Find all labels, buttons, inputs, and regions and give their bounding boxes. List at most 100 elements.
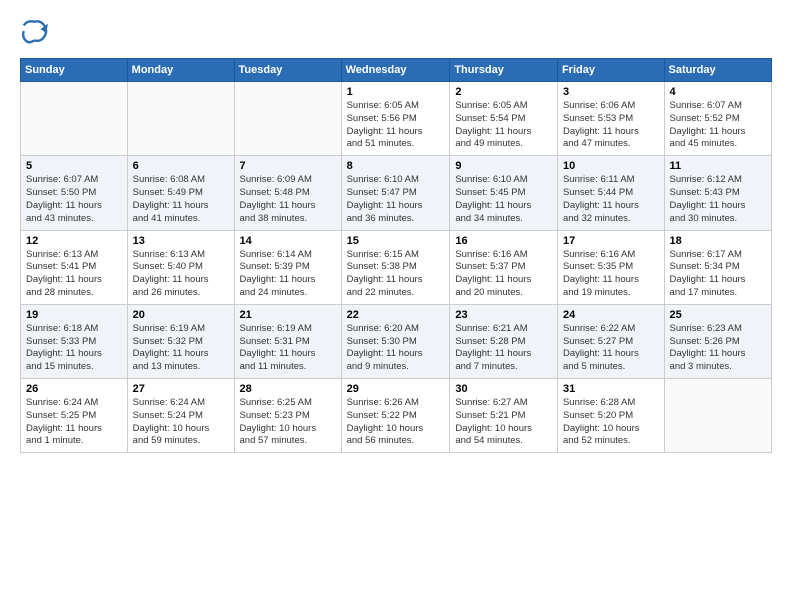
day-info: Sunrise: 6:13 AM Sunset: 5:40 PM Dayligh… xyxy=(133,249,229,300)
day-info: Sunrise: 6:22 AM Sunset: 5:27 PM Dayligh… xyxy=(563,323,659,374)
calendar-cell: 12 Sunrise: 6:13 AM Sunset: 5:41 PM Dayli… xyxy=(21,230,128,304)
day-info: Sunrise: 6:20 AM Sunset: 5:30 PM Dayligh… xyxy=(347,323,445,374)
day-info: Sunrise: 6:11 AM Sunset: 5:44 PM Dayligh… xyxy=(563,174,659,225)
day-number: 12 xyxy=(26,235,122,247)
day-number: 23 xyxy=(455,309,552,321)
calendar-cell: 10 Sunrise: 6:11 AM Sunset: 5:44 PM Dayli… xyxy=(557,156,664,230)
calendar-cell: 8 Sunrise: 6:10 AM Sunset: 5:47 PM Daylig… xyxy=(341,156,450,230)
day-info: Sunrise: 6:07 AM Sunset: 5:50 PM Dayligh… xyxy=(26,174,122,225)
calendar-cell: 3 Sunrise: 6:06 AM Sunset: 5:53 PM Daylig… xyxy=(557,82,664,156)
day-number: 27 xyxy=(133,383,229,395)
day-info: Sunrise: 6:23 AM Sunset: 5:26 PM Dayligh… xyxy=(670,323,766,374)
calendar-cell: 11 Sunrise: 6:12 AM Sunset: 5:43 PM Dayli… xyxy=(664,156,771,230)
day-info: Sunrise: 6:27 AM Sunset: 5:21 PM Dayligh… xyxy=(455,397,552,448)
day-number: 25 xyxy=(670,309,766,321)
day-number: 1 xyxy=(347,86,445,98)
calendar-table: SundayMondayTuesdayWednesdayThursdayFrid… xyxy=(20,58,772,453)
calendar-cell xyxy=(21,82,128,156)
day-info: Sunrise: 6:15 AM Sunset: 5:38 PM Dayligh… xyxy=(347,249,445,300)
day-number: 11 xyxy=(670,160,766,172)
calendar-cell: 15 Sunrise: 6:15 AM Sunset: 5:38 PM Dayli… xyxy=(341,230,450,304)
day-info: Sunrise: 6:12 AM Sunset: 5:43 PM Dayligh… xyxy=(670,174,766,225)
calendar-week-2: 5 Sunrise: 6:07 AM Sunset: 5:50 PM Daylig… xyxy=(21,156,772,230)
calendar-cell: 2 Sunrise: 6:05 AM Sunset: 5:54 PM Daylig… xyxy=(450,82,558,156)
day-info: Sunrise: 6:13 AM Sunset: 5:41 PM Dayligh… xyxy=(26,249,122,300)
day-number: 24 xyxy=(563,309,659,321)
day-number: 4 xyxy=(670,86,766,98)
calendar-week-3: 12 Sunrise: 6:13 AM Sunset: 5:41 PM Dayli… xyxy=(21,230,772,304)
day-number: 8 xyxy=(347,160,445,172)
day-info: Sunrise: 6:16 AM Sunset: 5:35 PM Dayligh… xyxy=(563,249,659,300)
calendar-cell: 5 Sunrise: 6:07 AM Sunset: 5:50 PM Daylig… xyxy=(21,156,128,230)
calendar-cell: 14Sunrise: 6:14 AM Sunset: 5:39 PM Dayli… xyxy=(234,230,341,304)
calendar-cell: 25 Sunrise: 6:23 AM Sunset: 5:26 PM Dayli… xyxy=(664,304,771,378)
day-info: Sunrise: 6:26 AM Sunset: 5:22 PM Dayligh… xyxy=(347,397,445,448)
calendar-week-4: 19 Sunrise: 6:18 AM Sunset: 5:33 PM Dayli… xyxy=(21,304,772,378)
day-header-sunday: Sunday xyxy=(21,59,128,82)
logo xyxy=(20,18,50,46)
calendar-page: SundayMondayTuesdayWednesdayThursdayFrid… xyxy=(0,0,792,612)
calendar-cell: 23Sunrise: 6:21 AM Sunset: 5:28 PM Dayli… xyxy=(450,304,558,378)
day-info: Sunrise: 6:24 AM Sunset: 5:24 PM Dayligh… xyxy=(133,397,229,448)
day-number: 5 xyxy=(26,160,122,172)
day-info: Sunrise: 6:14 AM Sunset: 5:39 PM Dayligh… xyxy=(240,249,336,300)
calendar-cell: 20Sunrise: 6:19 AM Sunset: 5:32 PM Dayli… xyxy=(127,304,234,378)
calendar-cell: 9Sunrise: 6:10 AM Sunset: 5:45 PM Daylig… xyxy=(450,156,558,230)
day-header-thursday: Thursday xyxy=(450,59,558,82)
day-number: 28 xyxy=(240,383,336,395)
day-info: Sunrise: 6:08 AM Sunset: 5:49 PM Dayligh… xyxy=(133,174,229,225)
day-info: Sunrise: 6:09 AM Sunset: 5:48 PM Dayligh… xyxy=(240,174,336,225)
day-number: 6 xyxy=(133,160,229,172)
day-header-friday: Friday xyxy=(557,59,664,82)
calendar-cell: 22 Sunrise: 6:20 AM Sunset: 5:30 PM Dayli… xyxy=(341,304,450,378)
day-number: 16 xyxy=(455,235,552,247)
calendar-cell: 18 Sunrise: 6:17 AM Sunset: 5:34 PM Dayli… xyxy=(664,230,771,304)
day-number: 10 xyxy=(563,160,659,172)
calendar-cell: 28Sunrise: 6:25 AM Sunset: 5:23 PM Dayli… xyxy=(234,379,341,453)
day-number: 22 xyxy=(347,309,445,321)
day-number: 29 xyxy=(347,383,445,395)
day-info: Sunrise: 6:24 AM Sunset: 5:25 PM Dayligh… xyxy=(26,397,122,448)
calendar-cell: 19 Sunrise: 6:18 AM Sunset: 5:33 PM Dayli… xyxy=(21,304,128,378)
calendar-header-row: SundayMondayTuesdayWednesdayThursdayFrid… xyxy=(21,59,772,82)
calendar-cell: 7 Sunrise: 6:09 AM Sunset: 5:48 PM Daylig… xyxy=(234,156,341,230)
calendar-cell: 24 Sunrise: 6:22 AM Sunset: 5:27 PM Dayli… xyxy=(557,304,664,378)
calendar-cell: 17 Sunrise: 6:16 AM Sunset: 5:35 PM Dayli… xyxy=(557,230,664,304)
day-info: Sunrise: 6:05 AM Sunset: 5:54 PM Dayligh… xyxy=(455,100,552,151)
calendar-cell xyxy=(127,82,234,156)
header xyxy=(20,18,772,46)
calendar-cell: 4 Sunrise: 6:07 AM Sunset: 5:52 PM Daylig… xyxy=(664,82,771,156)
day-number: 21 xyxy=(240,309,336,321)
day-number: 18 xyxy=(670,235,766,247)
logo-icon xyxy=(20,18,48,46)
day-number: 2 xyxy=(455,86,552,98)
day-info: Sunrise: 6:17 AM Sunset: 5:34 PM Dayligh… xyxy=(670,249,766,300)
day-number: 31 xyxy=(563,383,659,395)
day-number: 13 xyxy=(133,235,229,247)
day-info: Sunrise: 6:05 AM Sunset: 5:56 PM Dayligh… xyxy=(347,100,445,151)
calendar-cell: 6 Sunrise: 6:08 AM Sunset: 5:49 PM Daylig… xyxy=(127,156,234,230)
calendar-cell: 16 Sunrise: 6:16 AM Sunset: 5:37 PM Dayli… xyxy=(450,230,558,304)
calendar-cell: 26Sunrise: 6:24 AM Sunset: 5:25 PM Dayli… xyxy=(21,379,128,453)
calendar-cell: 29 Sunrise: 6:26 AM Sunset: 5:22 PM Dayli… xyxy=(341,379,450,453)
day-number: 19 xyxy=(26,309,122,321)
day-info: Sunrise: 6:10 AM Sunset: 5:47 PM Dayligh… xyxy=(347,174,445,225)
day-number: 15 xyxy=(347,235,445,247)
calendar-cell: 27 Sunrise: 6:24 AM Sunset: 5:24 PM Dayli… xyxy=(127,379,234,453)
calendar-week-1: 1 Sunrise: 6:05 AM Sunset: 5:56 PM Daylig… xyxy=(21,82,772,156)
day-number: 7 xyxy=(240,160,336,172)
day-number: 3 xyxy=(563,86,659,98)
day-info: Sunrise: 6:18 AM Sunset: 5:33 PM Dayligh… xyxy=(26,323,122,374)
day-info: Sunrise: 6:10 AM Sunset: 5:45 PM Dayligh… xyxy=(455,174,552,225)
day-header-wednesday: Wednesday xyxy=(341,59,450,82)
day-info: Sunrise: 6:16 AM Sunset: 5:37 PM Dayligh… xyxy=(455,249,552,300)
day-number: 17 xyxy=(563,235,659,247)
calendar-cell xyxy=(664,379,771,453)
calendar-week-5: 26Sunrise: 6:24 AM Sunset: 5:25 PM Dayli… xyxy=(21,379,772,453)
calendar-cell: 1 Sunrise: 6:05 AM Sunset: 5:56 PM Daylig… xyxy=(341,82,450,156)
day-info: Sunrise: 6:06 AM Sunset: 5:53 PM Dayligh… xyxy=(563,100,659,151)
day-header-saturday: Saturday xyxy=(664,59,771,82)
day-info: Sunrise: 6:19 AM Sunset: 5:32 PM Dayligh… xyxy=(133,323,229,374)
day-info: Sunrise: 6:07 AM Sunset: 5:52 PM Dayligh… xyxy=(670,100,766,151)
calendar-cell: 21Sunrise: 6:19 AM Sunset: 5:31 PM Dayli… xyxy=(234,304,341,378)
